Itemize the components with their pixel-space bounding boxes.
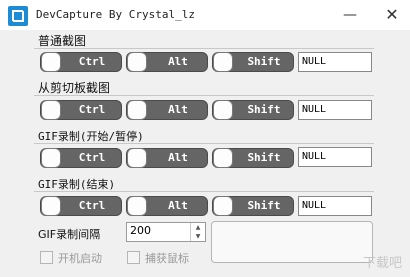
toggle-knob [127,52,147,72]
divider [34,95,374,96]
section-label-gif-start-pause: GIF录制(开始/暂停) [38,130,144,143]
toggle-label: Ctrl [78,55,106,68]
alt-toggle[interactable]: Alt [126,196,208,216]
toggle-label: Ctrl [78,199,106,212]
window-title: DevCapture By Crystal_lz [36,8,195,21]
capture-cursor-option[interactable]: 捕获鼠标 [127,250,189,266]
alt-toggle[interactable]: Alt [126,100,208,120]
toggle-knob [213,196,233,216]
minimize-button[interactable]: — [336,3,364,27]
toggle-label: Shift [247,199,281,212]
divider [34,48,374,49]
toggle-label: Shift [247,103,281,116]
toggle-knob [41,52,61,72]
hotkey-field[interactable]: NULL [298,52,372,72]
hotkey-field[interactable]: NULL [298,196,372,216]
app-icon [8,6,28,26]
toggle-label: Shift [247,151,281,164]
hotkey-field[interactable]: NULL [298,100,372,120]
toggle-label: Ctrl [78,103,106,116]
toggle-knob [41,100,61,120]
title-bar: DevCapture By Crystal_lz — ✕ [0,0,410,30]
spin-up-icon[interactable]: ▲ [191,223,205,232]
shift-toggle[interactable]: Shift [212,52,294,72]
hotkey-field[interactable]: NULL [298,147,372,167]
toggle-knob [127,100,147,120]
toggle-knob [41,148,61,168]
autostart-label: 开机启动 [58,252,102,265]
watermark: 下载吧 [362,256,402,271]
toggle-label: Alt [168,199,188,212]
gif-interval-value[interactable]: 200 [130,224,151,237]
autostart-checkbox[interactable] [40,251,53,264]
section-label-gif-end: GIF录制(结束) [38,178,116,191]
close-button[interactable]: ✕ [378,3,406,27]
autostart-option[interactable]: 开机启动 [40,250,102,266]
toggle-knob [127,148,147,168]
alt-toggle[interactable]: Alt [126,148,208,168]
divider [34,143,374,144]
gif-interval-spinner[interactable]: 200 ▲ ▼ [126,222,206,242]
spinner-buttons: ▲ ▼ [190,223,205,241]
toggle-label: Alt [168,103,188,116]
capture-cursor-label: 捕获鼠标 [145,252,189,265]
shift-toggle[interactable]: Shift [212,196,294,216]
shift-toggle[interactable]: Shift [212,148,294,168]
section-label-clipboard-capture: 从剪切板截图 [38,81,111,95]
toggle-label: Alt [168,55,188,68]
toggle-knob [41,196,61,216]
toggle-label: Alt [168,151,188,164]
toggle-knob [213,52,233,72]
ctrl-toggle[interactable]: Ctrl [40,196,122,216]
toggle-knob [127,196,147,216]
shift-toggle[interactable]: Shift [212,100,294,120]
section-label-normal-capture: 普通截图 [38,34,87,48]
alt-toggle[interactable]: Alt [126,52,208,72]
toggle-knob [213,100,233,120]
gif-interval-label: GIF录制间隔 [38,228,101,241]
spin-down-icon[interactable]: ▼ [191,232,205,241]
toggle-knob [213,148,233,168]
divider [34,191,374,192]
toggle-label: Shift [247,55,281,68]
ctrl-toggle[interactable]: Ctrl [40,148,122,168]
toggle-label: Ctrl [78,151,106,164]
capture-cursor-checkbox[interactable] [127,251,140,264]
ctrl-toggle[interactable]: Ctrl [40,100,122,120]
action-button[interactable] [211,221,373,263]
ctrl-toggle[interactable]: Ctrl [40,52,122,72]
